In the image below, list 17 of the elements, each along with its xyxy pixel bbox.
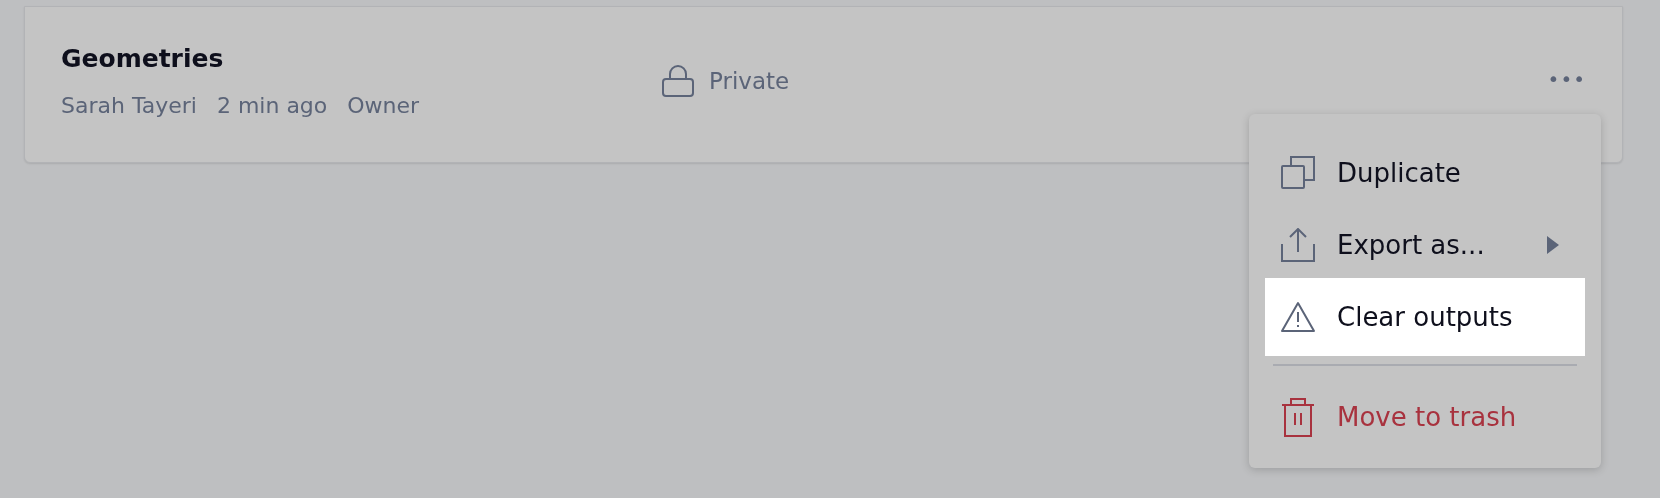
notebook-meta: Sarah Tayeri bbox=[61, 92, 197, 118]
visibility-label: Private bbox=[709, 67, 790, 94]
caret-icon bbox=[1547, 236, 1559, 254]
menu-item-label: Move to trash bbox=[1337, 402, 1517, 432]
warning-icon bbox=[1281, 301, 1315, 333]
upload-icon bbox=[1281, 228, 1315, 262]
notebook-meta: 2 min ago bbox=[216, 92, 328, 118]
notebook-meta: Owner bbox=[347, 92, 420, 118]
copy-icon bbox=[1281, 156, 1315, 190]
lock-icon bbox=[661, 64, 695, 97]
menu-item-label: Export as... bbox=[1337, 230, 1485, 260]
notebook-title[interactable]: Geometries bbox=[61, 43, 224, 73]
menu-item[interactable]: Clear outputs bbox=[1265, 278, 1585, 356]
trash-icon bbox=[1281, 397, 1315, 437]
menu-item[interactable]: Move to trash bbox=[1265, 378, 1585, 456]
menu-item-label: Duplicate bbox=[1337, 158, 1461, 188]
menu-item-label: Clear outputs bbox=[1337, 302, 1513, 332]
